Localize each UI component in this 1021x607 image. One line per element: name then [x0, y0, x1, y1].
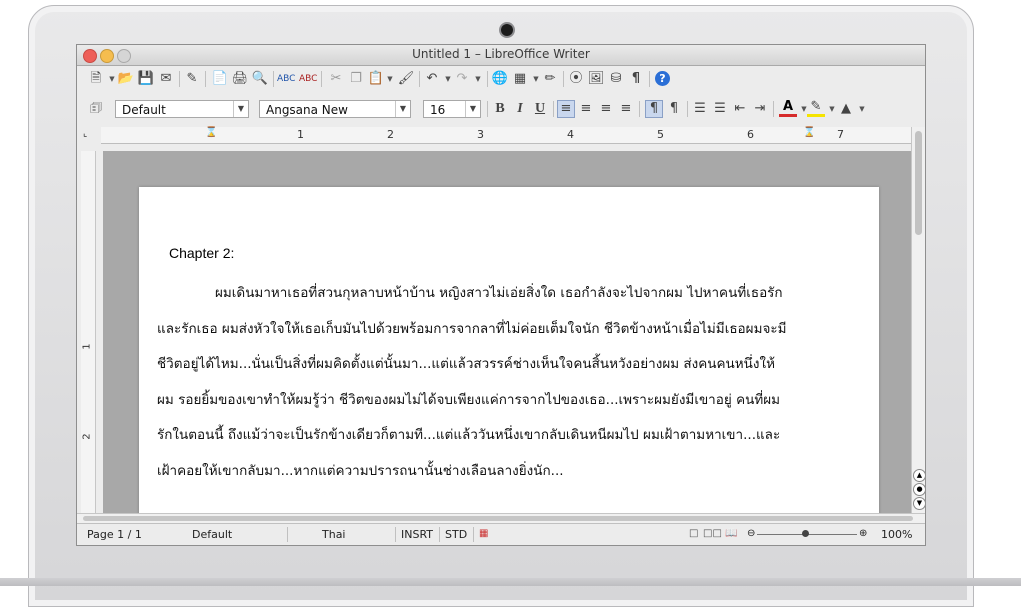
vertical-scrollbar[interactable]: ▲ ● ▼: [911, 127, 925, 513]
vruler-label: 1: [81, 343, 93, 350]
export-pdf-icon[interactable]: 📄: [211, 70, 229, 88]
chevron-down-icon: ▼: [395, 101, 410, 117]
standard-toolbar: 🗎 ▼ 📂 💾 ✉ ✎ 📄 🖨 🔍 ABC ABC ✂ ❐ 📋 ▼ 🖌 ↶ ▼ …: [77, 67, 925, 91]
document-page[interactable]: Chapter 2: ผมเดินมาหาเธอที่สวนกุหลาบหน้า…: [139, 187, 879, 527]
navigator-icon[interactable]: ⦿: [567, 70, 585, 88]
document-canvas[interactable]: Chapter 2: ผมเดินมาหาเธอที่สวนกุหลาบหน้า…: [103, 151, 911, 527]
formatting-toolbar: 🗊 Default ▼ Angsana New ▼ 16 ▼ B I U ≡ ≡…: [77, 97, 925, 121]
font-name-select[interactable]: Angsana New ▼: [259, 100, 411, 118]
text-line: ผมเดินมาหาเธอที่สวนกุหลาบหน้าบ้าน หญิงสา…: [215, 285, 783, 301]
justify-icon[interactable]: ≡: [617, 100, 635, 118]
clone-formatting-icon[interactable]: 🖌: [397, 70, 415, 88]
navigation-icon[interactable]: ●: [913, 483, 925, 496]
text-line: และรักเธอ ผมส่งหัวใจให้เธอเก็บมันไปด้วยพ…: [157, 320, 787, 337]
book-view-icon[interactable]: 📖: [725, 528, 737, 539]
copy-icon[interactable]: ❐: [347, 70, 365, 88]
horizontal-scroll-thumb[interactable]: [83, 516, 913, 521]
paragraph-style-select[interactable]: Default ▼: [115, 100, 249, 118]
body-paragraph[interactable]: ผมเดินมาหาเธอที่สวนกุหลาบหน้าบ้าน หญิงสา…: [157, 276, 862, 489]
zoom-out-icon[interactable]: ⊖: [747, 528, 755, 539]
vertical-ruler: 1 2: [81, 151, 96, 513]
print-preview-icon[interactable]: 🔍: [251, 70, 269, 88]
ruler-label: 1: [297, 128, 304, 141]
bold-button[interactable]: B: [491, 100, 509, 118]
ruler-label: 7: [837, 128, 844, 141]
ruler-label: 3: [477, 128, 484, 141]
writer-window: Untitled 1 – LibreOffice Writer 🗎 ▼ 📂 💾 …: [76, 44, 926, 546]
horizontal-scrollbar[interactable]: [77, 513, 925, 523]
horizontal-ruler[interactable]: 1 2 3 4 5 6 7 ⌛ ⌛: [101, 127, 911, 144]
align-right-icon[interactable]: ≡: [597, 100, 615, 118]
zoom-in-icon[interactable]: ⊕: [859, 528, 867, 539]
laptop-base: [0, 578, 1021, 586]
multi-page-view-icon[interactable]: □□: [703, 528, 722, 539]
text-line: เฝ้าคอยให้เขากลับมา...หากแต่ความปรารถนาน…: [157, 462, 564, 479]
selection-mode-indicator[interactable]: STD: [445, 528, 467, 541]
vruler-label: 2: [81, 433, 93, 440]
font-name-value: Angsana New: [266, 103, 348, 117]
single-page-view-icon[interactable]: □: [689, 528, 698, 539]
italic-button[interactable]: I: [511, 100, 529, 118]
decrease-indent-icon[interactable]: ⇤: [731, 100, 749, 118]
zoom-slider-thumb[interactable]: [802, 530, 809, 537]
previous-page-icon[interactable]: ▲: [913, 469, 925, 482]
language-indicator[interactable]: Thai: [322, 528, 346, 541]
title-bar: Untitled 1 – LibreOffice Writer: [77, 45, 925, 66]
spellcheck-icon[interactable]: ABC: [277, 70, 295, 88]
numbering-icon[interactable]: ☰: [691, 100, 709, 118]
align-left-icon[interactable]: ≡: [557, 100, 575, 118]
page-indicator[interactable]: Page 1 / 1: [87, 528, 142, 541]
right-indent-marker-icon[interactable]: ⌛: [803, 127, 815, 138]
chevron-down-icon: ▼: [465, 101, 480, 117]
open-icon[interactable]: 📂: [117, 70, 135, 88]
hyperlink-icon[interactable]: 🌐: [491, 70, 509, 88]
email-icon[interactable]: ✉: [157, 70, 175, 88]
show-draw-functions-icon[interactable]: ✏: [541, 70, 559, 88]
ruler-label: 5: [657, 128, 664, 141]
data-sources-icon[interactable]: ⛁: [607, 70, 625, 88]
left-to-right-icon[interactable]: ¶: [645, 100, 663, 118]
print-icon[interactable]: 🖨: [231, 70, 249, 88]
autospellcheck-icon[interactable]: ABC: [299, 70, 317, 88]
text-line: รักในตอนนี้ ถึงแม้ว่าจะเป็นรักข้างเดียวก…: [157, 427, 781, 443]
tab-stop-selector[interactable]: ⌞: [83, 129, 93, 141]
vertical-scroll-thumb[interactable]: [915, 131, 922, 235]
underline-button[interactable]: U: [531, 100, 549, 118]
window-title: Untitled 1 – LibreOffice Writer: [412, 47, 590, 61]
page-style-indicator[interactable]: Default: [192, 528, 232, 541]
formatting-marks-icon[interactable]: ¶: [627, 70, 645, 88]
indent-marker-icon[interactable]: ⌛: [205, 127, 217, 138]
ruler-label: 6: [747, 128, 754, 141]
document-modified-icon[interactable]: ▦: [479, 528, 488, 539]
cut-icon[interactable]: ✂: [327, 70, 345, 88]
chapter-heading[interactable]: Chapter 2:: [169, 245, 234, 261]
bullets-icon[interactable]: ☰: [711, 100, 729, 118]
insert-mode-indicator[interactable]: INSRT: [401, 528, 433, 541]
styles-formatting-icon[interactable]: 🗊: [87, 100, 105, 118]
background-color-dropdown-icon[interactable]: ▼: [853, 100, 871, 118]
edit-file-icon[interactable]: ✎: [183, 70, 201, 88]
right-to-left-icon[interactable]: ¶: [665, 100, 683, 118]
text-line: ชีวิตอยู่ได้ไหม...นั่นเป็นสิ่งที่ผมคิดตั…: [157, 356, 775, 372]
align-center-icon[interactable]: ≡: [577, 100, 595, 118]
text-line: ผม รอยยิ้มของเขาทำให้ผมรู้ว่า ชีวิตของผม…: [157, 391, 781, 408]
help-icon[interactable]: ?: [655, 71, 670, 86]
font-size-value: 16: [430, 103, 446, 117]
next-page-icon[interactable]: ▼: [913, 497, 925, 510]
redo-dropdown-icon[interactable]: ▼: [469, 70, 487, 88]
save-icon[interactable]: 💾: [137, 70, 155, 88]
zoom-level[interactable]: 100%: [881, 528, 912, 541]
paragraph-style-value: Default: [122, 103, 166, 117]
ruler-label: 4: [567, 128, 574, 141]
webcam: [501, 24, 513, 36]
increase-indent-icon[interactable]: ⇥: [751, 100, 769, 118]
chevron-down-icon: ▼: [233, 101, 248, 117]
font-size-select[interactable]: 16 ▼: [423, 100, 481, 118]
status-bar: Page 1 / 1 Default Thai INSRT STD ▦ □ □□…: [77, 523, 925, 545]
gallery-icon[interactable]: 🖼: [587, 70, 605, 88]
ruler-label: 2: [387, 128, 394, 141]
